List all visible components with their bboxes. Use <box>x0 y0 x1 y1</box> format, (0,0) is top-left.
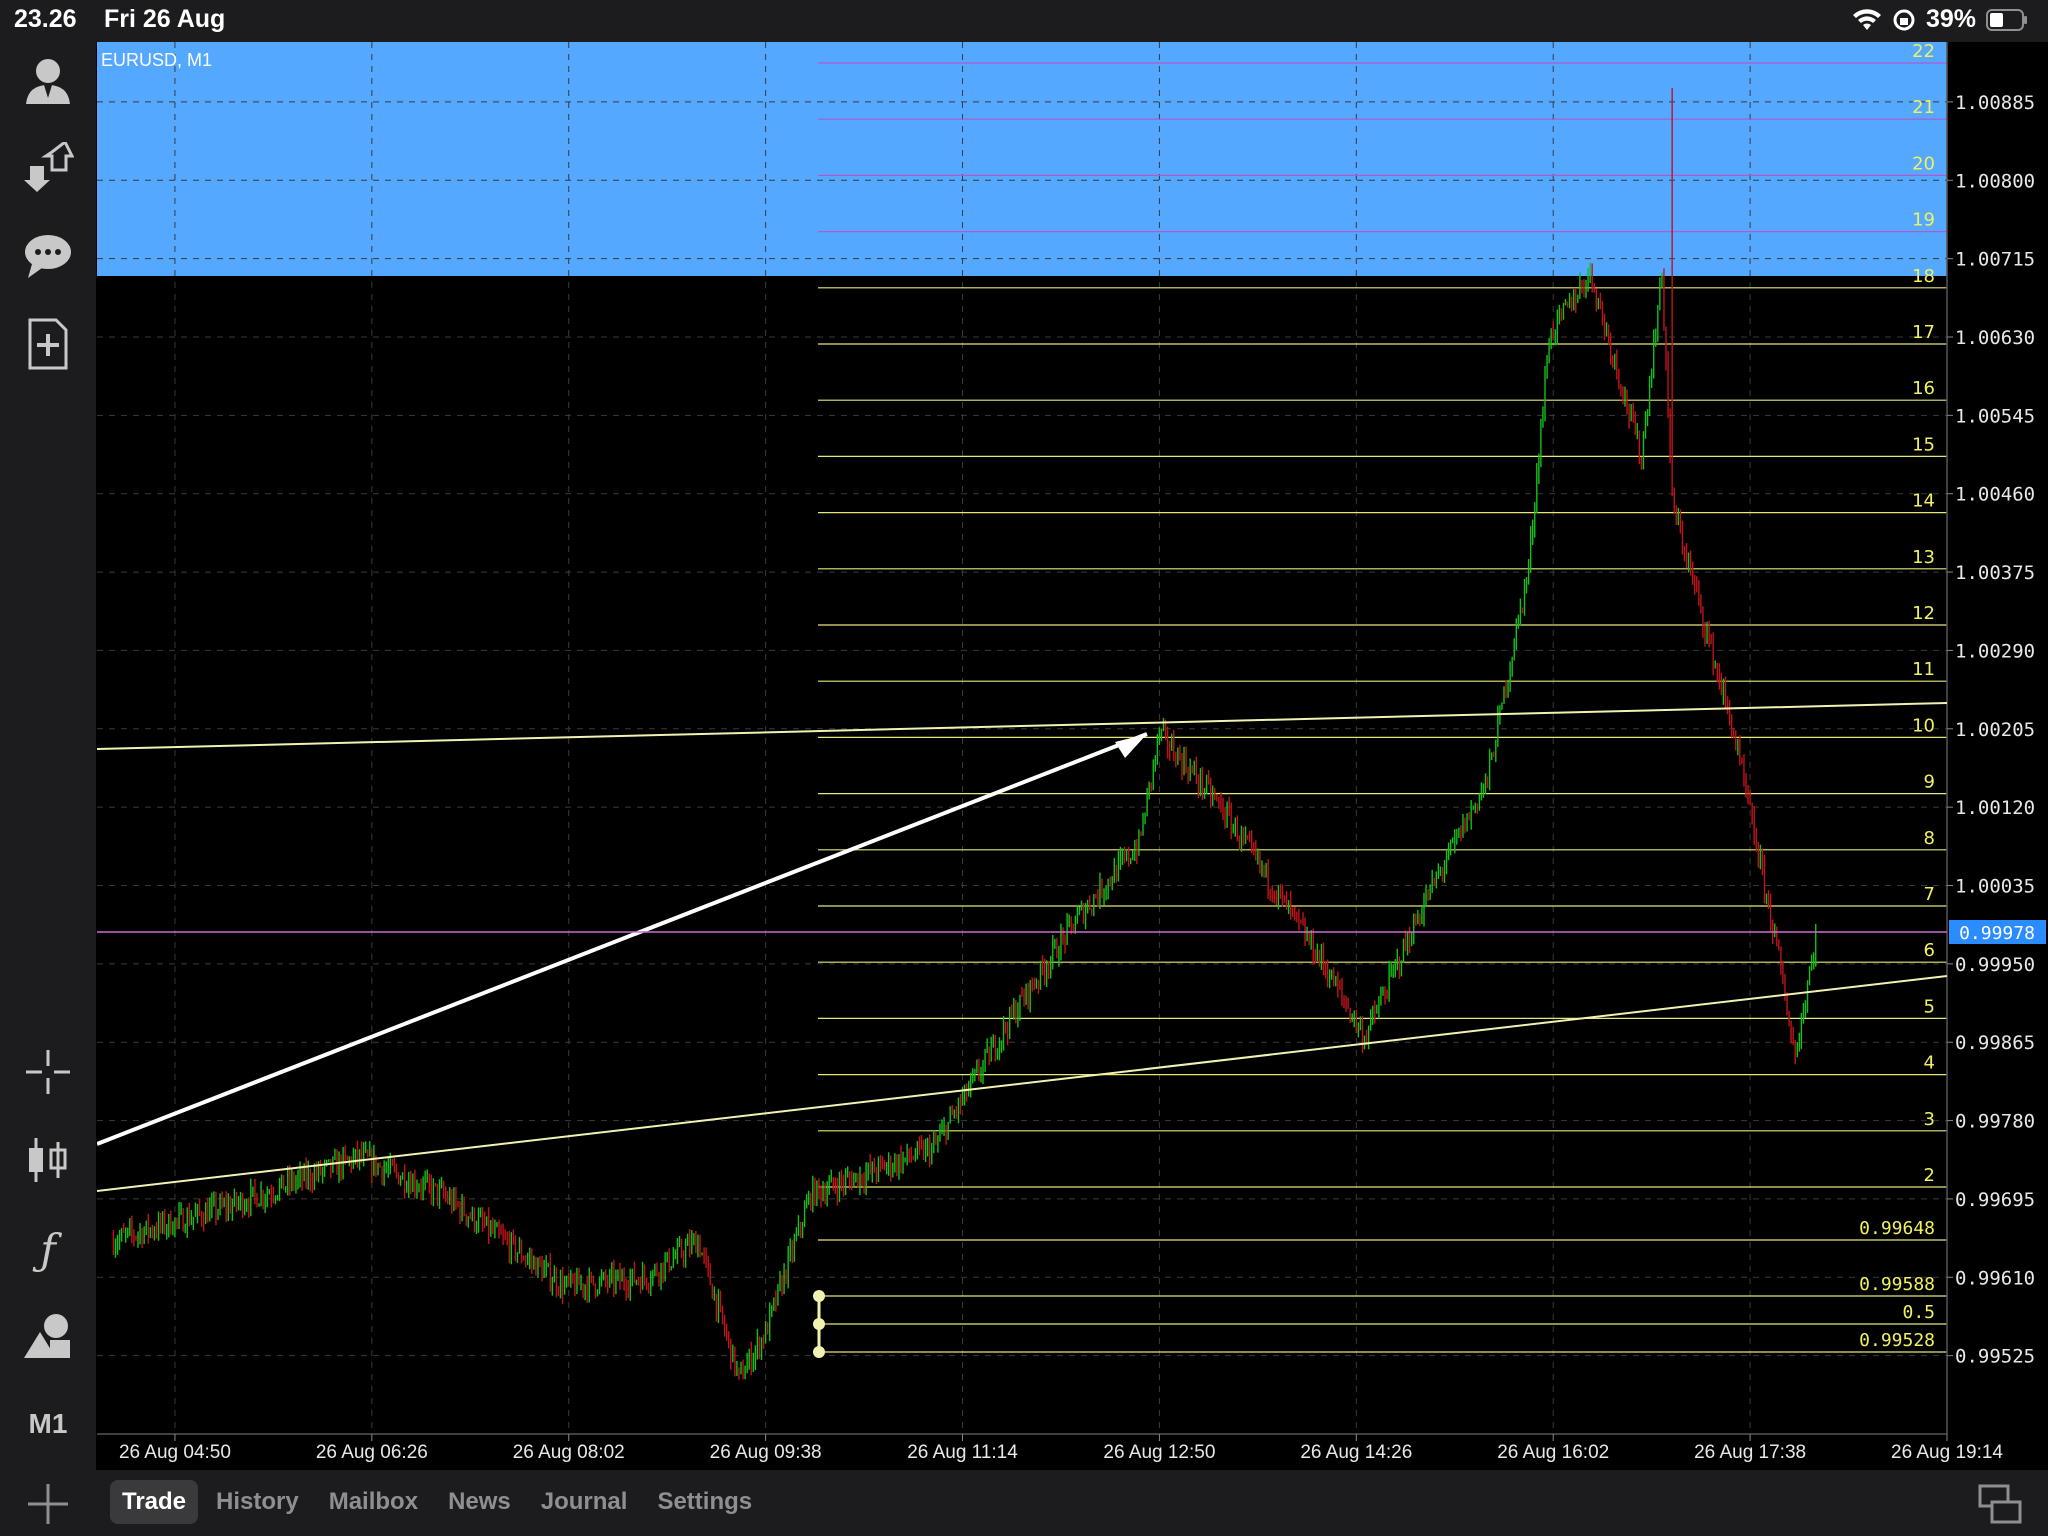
fib-level-label: 3 <box>1924 1109 1935 1130</box>
trade-arrows-icon[interactable] <box>22 142 74 194</box>
fib-level-label: 20 <box>1912 153 1935 174</box>
y-tick-label: 1.00460 <box>1955 484 2035 506</box>
status-bar: 23.26 Fri 26 Aug 39% <box>0 0 2048 42</box>
x-tick-label: 26 Aug 12:50 <box>1103 1442 1215 1463</box>
battery-percent: 39% <box>1925 5 1976 33</box>
y-tick-label: 1.00035 <box>1955 875 2035 897</box>
new-order-icon[interactable] <box>22 318 74 370</box>
y-tick-label: 0.99610 <box>1955 1267 2035 1289</box>
x-tick-label: 26 Aug 06:26 <box>316 1442 428 1463</box>
y-tick-label: 0.99865 <box>1955 1032 2035 1054</box>
arrow-line[interactable] <box>97 732 1148 1146</box>
fib-level-label: 14 <box>1912 491 1935 512</box>
fib-price-label: 0.99648 <box>1859 1218 1935 1239</box>
svg-text:ƒ: ƒ <box>32 1225 62 1274</box>
supply-zone <box>97 42 1947 276</box>
y-tick-label: 1.00375 <box>1955 562 2035 584</box>
status-right: 39% <box>1852 5 2028 34</box>
indicators-icon[interactable]: ƒ <box>22 1222 74 1274</box>
fib-level-label: 8 <box>1924 828 1935 849</box>
y-tick-label: 1.00800 <box>1955 170 2035 192</box>
fib-level-label: 13 <box>1912 547 1935 568</box>
fib-level-label: 11 <box>1912 659 1935 680</box>
orientation-lock-icon <box>1893 9 1915 30</box>
y-tick-label: 1.00630 <box>1955 327 2035 349</box>
chat-icon[interactable] <box>22 230 74 282</box>
y-tick-label: 0.99780 <box>1955 1111 2035 1133</box>
fib-level-label: 5 <box>1924 996 1935 1017</box>
status-date: Fri 26 Aug <box>104 5 226 33</box>
fib-level-label: 18 <box>1912 266 1935 287</box>
y-tick-label: 1.00545 <box>1955 405 2035 427</box>
fib-level-label: 9 <box>1924 772 1935 793</box>
symbol-label: EURUSD, M1 <box>101 50 212 70</box>
fib-level-label: 6 <box>1924 940 1935 961</box>
y-tick-label: 0.99950 <box>1955 954 2035 976</box>
tab-mailbox[interactable]: Mailbox <box>317 1480 430 1524</box>
tab-journal[interactable]: Journal <box>529 1480 640 1524</box>
y-tick-label: 1.00715 <box>1955 249 2035 271</box>
x-axis-labels: 26 Aug 04:50 26 Aug 06:26 26 Aug 08:02 26 A… <box>119 1434 2003 1463</box>
tab-trade[interactable]: Trade <box>110 1480 199 1524</box>
y-tick-label: 0.99525 <box>1955 1346 2035 1368</box>
fib-level-label: 2 <box>1924 1165 1935 1186</box>
y-tick-label: 0.99695 <box>1955 1189 2035 1211</box>
current-price-label: 0.99978 <box>1959 923 2035 944</box>
x-tick-label: 26 Aug 17:38 <box>1694 1442 1806 1463</box>
fib-level-label: 21 <box>1912 97 1935 118</box>
tab-history[interactable]: History <box>204 1480 311 1524</box>
y-tick-label: 1.00205 <box>1955 719 2035 741</box>
fib-level-label: 19 <box>1912 210 1935 231</box>
fib-level-label: 12 <box>1912 603 1935 624</box>
fib-level-label: 4 <box>1924 1053 1935 1074</box>
add-icon[interactable] <box>26 1482 70 1526</box>
fib-price-label: 0.99528 <box>1859 1330 1935 1351</box>
bottom-bar: Trade History Mailbox News Journal Setti… <box>0 1470 2048 1536</box>
status-time: 23.26 <box>14 5 77 33</box>
y-tick-label: 1.00120 <box>1955 797 2035 819</box>
fib-level-label: 17 <box>1912 322 1935 343</box>
upper-trendline[interactable] <box>97 702 1948 750</box>
account-icon[interactable] <box>22 54 74 106</box>
chart-area[interactable]: 22 21 20 19 18 17 16 15 14 13 12 11 10 9 8 7 6 5 4 3 2 0.9964… <box>97 42 2048 1470</box>
tab-bar: Trade History Mailbox News Journal Setti… <box>110 1480 764 1524</box>
price-chart[interactable]: 22 21 20 19 18 17 16 15 14 13 12 11 10 9 8 7 6 5 4 3 2 0.9964… <box>97 42 2048 1470</box>
y-tick-label: 1.00290 <box>1955 640 2035 662</box>
crosshair-icon[interactable] <box>22 1046 74 1098</box>
fib-level-label: 10 <box>1912 715 1935 736</box>
fib-level-label: 7 <box>1924 884 1935 905</box>
x-tick-label: 26 Aug 08:02 <box>513 1442 625 1463</box>
fib-price-label: 0.99588 <box>1859 1274 1935 1295</box>
battery-icon <box>1986 8 2027 31</box>
x-tick-label: 26 Aug 14:26 <box>1300 1442 1412 1463</box>
wifi-icon <box>1852 8 1881 30</box>
fib-anchor[interactable] <box>813 1290 825 1358</box>
tab-settings[interactable]: Settings <box>645 1480 764 1524</box>
x-tick-label: 26 Aug 11:14 <box>907 1442 1018 1463</box>
candles <box>112 88 1817 1380</box>
timeframe-button[interactable]: M1 <box>0 1408 96 1440</box>
y-axis-labels: 1.00885 1.00800 1.00715 1.00630 1.00545 1.004… <box>1947 92 2035 1368</box>
lower-trendline[interactable] <box>97 975 1948 1192</box>
chart-type-icon[interactable] <box>22 1134 74 1186</box>
fib-level-label: 16 <box>1912 378 1935 399</box>
fib-price-label: 0.5 <box>1902 1302 1935 1323</box>
fib-level-label: 15 <box>1912 434 1935 455</box>
sidebar: ƒ M1 <box>0 42 96 1470</box>
window-layout-icon[interactable] <box>1978 1484 2022 1524</box>
fib-level-label: 22 <box>1912 42 1935 62</box>
objects-icon[interactable] <box>22 1310 74 1362</box>
y-tick-label: 1.00885 <box>1955 92 2035 114</box>
x-tick-label: 26 Aug 04:50 <box>119 1442 231 1463</box>
x-tick-label: 26 Aug 16:02 <box>1497 1442 1609 1463</box>
x-tick-label: 26 Aug 19:14 <box>1891 1442 2003 1463</box>
x-tick-label: 26 Aug 09:38 <box>710 1442 822 1463</box>
tab-news[interactable]: News <box>436 1480 523 1524</box>
